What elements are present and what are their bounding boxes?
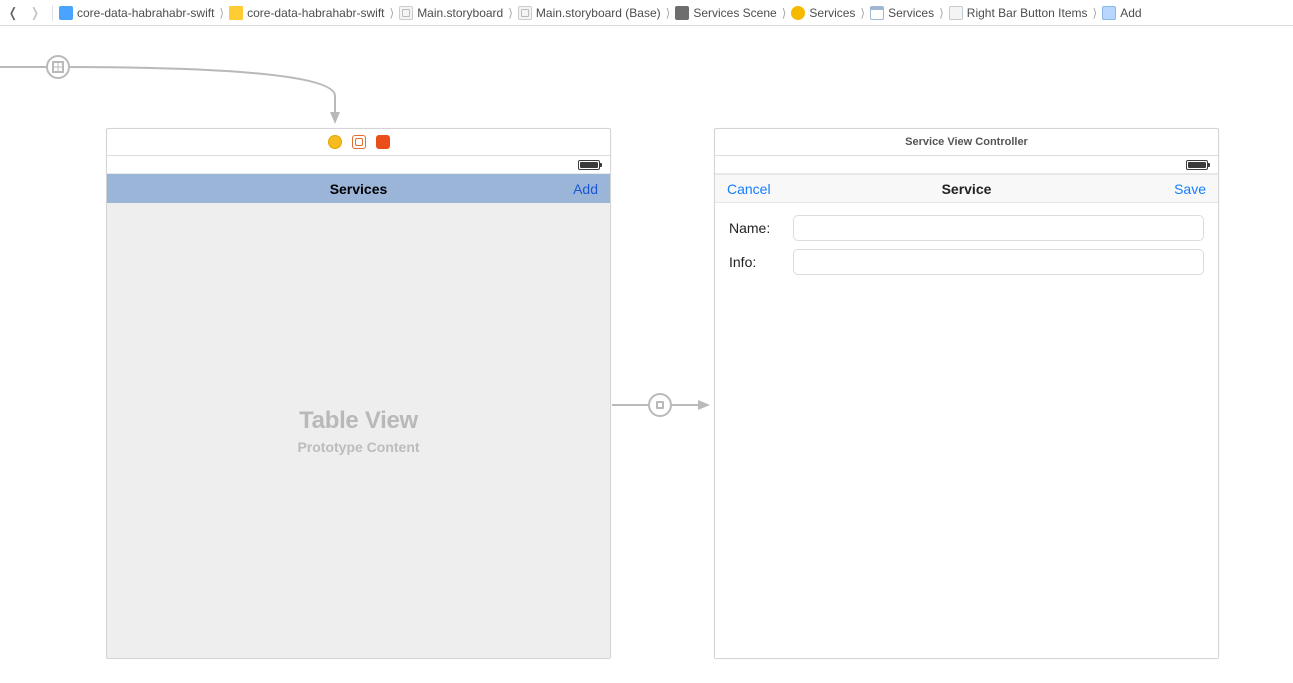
crumb-storyboard[interactable]: Main.storyboard <box>397 6 505 20</box>
chevron-right-icon: ⟩ <box>665 6 672 20</box>
storyboard-canvas[interactable]: Services Add Table View Prototype Conten… <box>0 26 1293 683</box>
form-view[interactable]: Name: Info: <box>715 203 1218 658</box>
nav-add-button[interactable]: Add <box>538 181 598 197</box>
crumb-nav-view[interactable]: Services <box>868 6 936 20</box>
chevron-right-icon: ⟩ <box>1092 6 1099 20</box>
forward-button[interactable]: ❭ <box>26 0 44 25</box>
chevron-right-icon: ⟩ <box>507 6 514 20</box>
form-row-info: Info: <box>729 249 1204 275</box>
crumb-label: core-data-habrahabr-swift <box>247 6 384 20</box>
exit-icon <box>376 135 390 149</box>
crumb-folder[interactable]: core-data-habrahabr-swift <box>227 6 386 20</box>
chevron-right-icon: ⟩ <box>781 6 788 20</box>
folder-icon <box>229 6 243 20</box>
service-form: Name: Info: <box>715 203 1218 297</box>
name-label: Name: <box>729 220 781 236</box>
nav-bar-service-form[interactable]: Cancel Service Save <box>715 174 1218 203</box>
scene-service-form[interactable]: Service View Controller Cancel Service S… <box>714 128 1219 659</box>
history-nav: ❬ ❭ <box>4 0 48 25</box>
scene-header-title: Service View Controller <box>905 136 1028 148</box>
info-label: Info: <box>729 254 781 270</box>
table-view-subtitle: Prototype Content <box>297 439 419 455</box>
entry-glyph-icon <box>52 61 64 73</box>
back-button[interactable]: ❬ <box>4 0 22 25</box>
jump-bar: ❬ ❭ core-data-habrahabr-swift ⟩ core-dat… <box>0 0 1293 26</box>
nav-save-button[interactable]: Save <box>1146 181 1206 197</box>
storyboard-icon <box>399 6 413 20</box>
barbuttons-icon <box>949 6 963 20</box>
chevron-right-icon: ⟩ <box>389 6 396 20</box>
crumb-label: Right Bar Button Items <box>967 6 1088 20</box>
controller-icon <box>328 135 342 149</box>
nav-bar-services[interactable]: Services Add <box>107 174 610 203</box>
scene-header-services[interactable] <box>107 129 610 156</box>
nav-title: Service <box>787 181 1146 197</box>
crumb-project[interactable]: core-data-habrahabr-swift <box>57 6 216 20</box>
scene-icon <box>675 6 689 20</box>
add-glyph-icon <box>1102 6 1116 20</box>
chevron-right-icon: ⟩ <box>859 6 866 20</box>
scene-services[interactable]: Services Add Table View Prototype Conten… <box>106 128 611 659</box>
crumb-label: Services Scene <box>693 6 776 20</box>
status-bar <box>715 156 1218 174</box>
crumb-storyboard-base[interactable]: Main.storyboard (Base) <box>516 6 663 20</box>
segue-node[interactable] <box>648 393 672 417</box>
status-bar <box>107 156 610 174</box>
divider <box>52 5 53 21</box>
segue-glyph-icon <box>656 401 664 409</box>
view-icon <box>870 6 884 20</box>
nav-title: Services <box>179 181 538 197</box>
crumb-label: Main.storyboard <box>417 6 503 20</box>
first-responder-icon <box>352 135 366 149</box>
crumb-label: core-data-habrahabr-swift <box>77 6 214 20</box>
storyboard-entry-point[interactable] <box>46 55 70 79</box>
battery-icon <box>1186 160 1208 170</box>
table-view[interactable]: Table View Prototype Content <box>107 203 610 658</box>
scene-header-service-form[interactable]: Service View Controller <box>715 129 1218 156</box>
crumb-scene[interactable]: Services Scene <box>673 6 778 20</box>
crumb-label: Services <box>809 6 855 20</box>
swift-doc-icon <box>59 6 73 20</box>
battery-icon <box>578 160 600 170</box>
nav-cancel-button[interactable]: Cancel <box>727 181 787 197</box>
crumb-label: Services <box>888 6 934 20</box>
name-field[interactable] <box>793 215 1204 241</box>
controller-icon <box>791 6 805 20</box>
crumb-add-item[interactable]: Add <box>1100 6 1143 20</box>
crumb-right-bar-button-items[interactable]: Right Bar Button Items <box>947 6 1090 20</box>
table-view-placeholder: Table View Prototype Content <box>107 203 610 658</box>
crumb-controller[interactable]: Services <box>789 6 857 20</box>
chevron-right-icon: ⟩ <box>218 6 225 20</box>
chevron-right-icon: ⟩ <box>938 6 945 20</box>
crumb-label: Add <box>1120 6 1141 20</box>
info-field[interactable] <box>793 249 1204 275</box>
table-view-title: Table View <box>299 407 418 435</box>
form-row-name: Name: <box>729 215 1204 241</box>
storyboard-icon <box>518 6 532 20</box>
crumb-label: Main.storyboard (Base) <box>536 6 661 20</box>
